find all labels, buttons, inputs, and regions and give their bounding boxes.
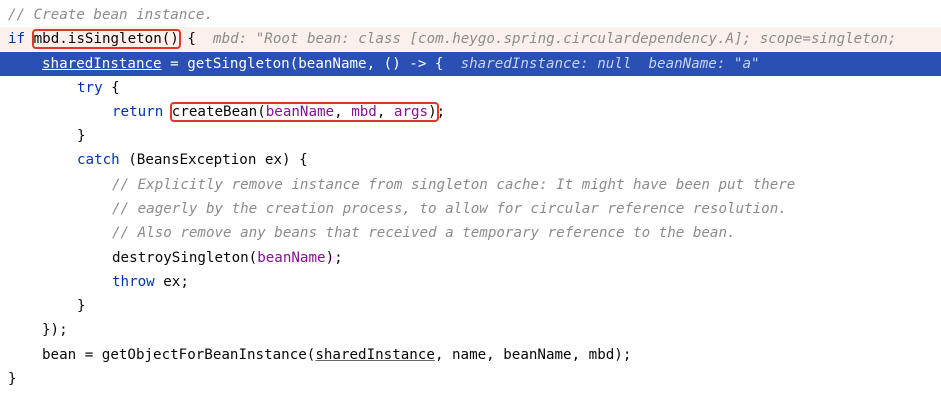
comment-create-bean: // Create bean instance. — [8, 7, 213, 23]
code-line-14: }); — [0, 318, 941, 342]
get-singleton-call: = getSingleton(beanName, () -> { — [161, 56, 444, 72]
catch-keyword: catch — [77, 152, 120, 168]
comment-line-2: // eagerly by the creation process, to a… — [112, 201, 787, 217]
paren-open: ( — [257, 104, 266, 120]
debug-hint-shared-instance: sharedInstance: null — [460, 56, 632, 72]
comment-line-1: // Explicitly remove instance from singl… — [112, 177, 796, 193]
debug-hint-mbd: mbd: "Root bean: class [com.heygo.spring… — [213, 31, 897, 47]
shared-instance-var: sharedInstance — [42, 56, 162, 72]
debug-hint-bean-name: beanName: "a" — [648, 56, 760, 72]
arg-args: args — [393, 104, 429, 120]
code-line-1: // Create bean instance. — [0, 3, 941, 27]
code-line-5: return createBean(beanName, mbd, args); — [0, 100, 941, 124]
code-line-6: } — [0, 124, 941, 148]
code-line-9: // eagerly by the creation process, to a… — [0, 197, 941, 221]
code-line-7: catch (BeansException ex) { — [0, 148, 941, 172]
arg-mbd: mbd — [351, 104, 377, 120]
bean-assign: bean = getObjectForBeanInstance( — [42, 347, 316, 363]
code-line-15: bean = getObjectForBeanInstance(sharedIn… — [0, 343, 941, 367]
code-line-10: // Also remove any beans that received a… — [0, 221, 941, 245]
code-line-4: try { — [0, 76, 941, 100]
code-line-12: throw ex; — [0, 270, 941, 294]
destroy-end: ); — [325, 250, 343, 266]
code-line-2: if mbd.isSingleton() { mbd: "Root bean: … — [0, 27, 941, 51]
destroy-singleton-call: destroySingleton( — [112, 250, 258, 266]
bean-arg-shared-instance: sharedInstance — [315, 347, 435, 363]
create-bean-call[interactable]: createBean(beanName, mbd, args) — [169, 102, 439, 122]
code-line-11: destroySingleton(beanName); — [0, 246, 941, 270]
code-line-13: } — [0, 294, 941, 318]
code-line-3-current-execution[interactable]: sharedInstance = getSingleton(beanName, … — [0, 52, 941, 76]
semicolon: ; — [436, 104, 446, 120]
try-brace: { — [102, 80, 120, 96]
final-brace: } — [8, 371, 17, 387]
throw-rest: ex; — [154, 274, 189, 290]
code-line-16: } — [0, 367, 941, 391]
return-keyword: return — [112, 104, 164, 120]
destroy-arg-bean-name: beanName — [257, 250, 326, 266]
create-bean-name: createBean — [171, 104, 258, 120]
bean-arg-rest: , name, beanName, mbd); — [434, 347, 632, 363]
comma: , — [334, 104, 352, 120]
close-brace: } — [77, 298, 86, 314]
try-keyword: try — [77, 80, 103, 96]
comma: , — [376, 104, 394, 120]
catch-clause: (BeansException ex) { — [119, 152, 308, 168]
paren-close: ) — [428, 104, 437, 120]
mbd-is-singleton-call[interactable]: mbd.isSingleton() — [31, 29, 181, 49]
close-brace: } — [77, 128, 86, 144]
open-brace: { — [178, 31, 196, 47]
close-lambda: }); — [42, 322, 68, 338]
code-line-8: // Explicitly remove instance from singl… — [0, 173, 941, 197]
throw-keyword: throw — [112, 274, 155, 290]
comment-line-3: // Also remove any beans that received a… — [112, 225, 736, 241]
arg-bean-name: beanName — [265, 104, 335, 120]
code-editor: // Create bean instance. if mbd.isSingle… — [0, 0, 941, 403]
if-keyword: if — [8, 31, 26, 47]
